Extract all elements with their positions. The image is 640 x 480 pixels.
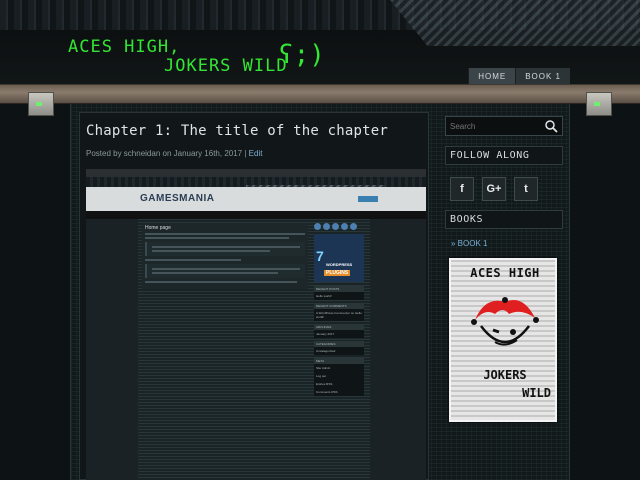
rail-led-icon xyxy=(36,102,42,106)
screenshot-heading: Home page xyxy=(145,225,171,231)
screenshot-text-lines-2 xyxy=(145,259,305,261)
screenshot-nav xyxy=(86,211,426,219)
book-cover-image[interactable]: ACES HIGH JOKERS WILD xyxy=(449,258,557,422)
meta-separator: | xyxy=(244,149,247,158)
screenshot-widget: RECENT POSTS Hello world! xyxy=(314,286,364,300)
edit-link[interactable]: Edit xyxy=(249,149,263,158)
follow-title: FOLLOW ALONG xyxy=(445,146,563,165)
main-nav: HOME BOOK 1 xyxy=(468,68,570,84)
screenshot-content: Home page xyxy=(142,223,308,289)
post-screenshot-image: Aces High, Jokers Wild Customize 0 + New… xyxy=(86,169,426,480)
page-container: Chapter 1: The title of the chapter Post… xyxy=(70,104,570,480)
post-article: Chapter 1: The title of the chapter Post… xyxy=(79,112,429,480)
screenshot-body: Home page 7 WORDPRESS PLUGINS RECENT POS… xyxy=(138,219,370,480)
screenshot-brand-button xyxy=(358,196,378,202)
nav-item-book-1[interactable]: BOOK 1 xyxy=(515,68,570,84)
header-spaceship-art xyxy=(390,0,640,46)
facebook-icon[interactable]: f xyxy=(450,177,474,201)
cover-subtitle: JOKERS xyxy=(483,368,527,382)
screenshot-widget: META Site Admin Log out Entries RSS Comments… xyxy=(314,358,364,396)
screenshot-ad-text: WORDPRESS xyxy=(326,262,353,267)
screenshot-ad-plugins: PLUGINS xyxy=(324,270,351,276)
screenshot-widget: ARCHIVES January 2017 xyxy=(314,324,364,338)
screenshot-quote xyxy=(145,242,305,256)
books-title: BOOKS xyxy=(445,210,563,229)
post-meta: Posted by schneidan on January 16th, 201… xyxy=(86,149,262,158)
social-links: f G+ t xyxy=(450,177,563,201)
search-form xyxy=(445,116,563,136)
book-1-link[interactable]: » BOOK 1 xyxy=(451,239,563,248)
post-meta-text: Posted by schneidan on January 16th, 201… xyxy=(86,149,243,158)
screenshot-brand-text: GAMESMANIA xyxy=(140,193,215,204)
cover-subtitle-2: WILD xyxy=(522,386,551,400)
screenshot-ad-banner: 7 WORDPRESS PLUGINS xyxy=(314,234,364,282)
books-widget: BOOKS » BOOK 1 xyxy=(445,210,563,248)
search-input[interactable] xyxy=(446,117,542,135)
follow-widget: FOLLOW ALONG f G+ t xyxy=(445,146,563,201)
site-header: ACES HIGH, JOKERS WILD ʕ;) HOME BOOK 1 xyxy=(0,0,640,84)
jester-logo-icon: ʕ;) xyxy=(278,40,325,70)
screenshot-widget: CATEGORIES Uncategorized xyxy=(314,341,364,355)
search-icon[interactable] xyxy=(544,119,558,133)
screenshot-text-lines xyxy=(145,233,305,239)
site-title-line1[interactable]: ACES HIGH, xyxy=(68,37,180,57)
screenshot-sidebar: 7 WORDPRESS PLUGINS RECENT POSTS Hello wo… xyxy=(314,223,368,480)
post-title[interactable]: Chapter 1: The title of the chapter xyxy=(86,123,388,139)
nav-item-home[interactable]: HOME xyxy=(468,68,516,84)
site-title-line2[interactable]: JOKERS WILD xyxy=(164,57,288,76)
header-rail xyxy=(0,84,640,104)
rail-light-right xyxy=(586,92,612,116)
screenshot-brand-bar: GAMESMANIA xyxy=(86,187,426,211)
cover-title: ACES HIGH xyxy=(470,266,540,280)
screenshot-widget: RECENT COMMENTS A WordPress Commenter on … xyxy=(314,303,364,321)
screenshot-quote-2 xyxy=(145,264,305,278)
rail-led-icon xyxy=(594,102,600,106)
twitter-icon[interactable]: t xyxy=(514,177,538,201)
site-title[interactable]: ACES HIGH, JOKERS WILD xyxy=(68,38,288,76)
google-plus-icon[interactable]: G+ xyxy=(482,177,506,201)
screenshot-text-lines-3 xyxy=(145,281,305,283)
screenshot-ad-number: 7 xyxy=(316,248,324,264)
screenshot-admin-bar: Aces High, Jokers Wild Customize 0 + New… xyxy=(86,169,426,183)
jester-face-icon xyxy=(471,297,539,346)
screenshot-social-icons xyxy=(314,223,368,230)
sidebar: FOLLOW ALONG f G+ t BOOKS » BOOK 1 ACES … xyxy=(443,112,563,480)
rail-light-left xyxy=(28,92,54,116)
